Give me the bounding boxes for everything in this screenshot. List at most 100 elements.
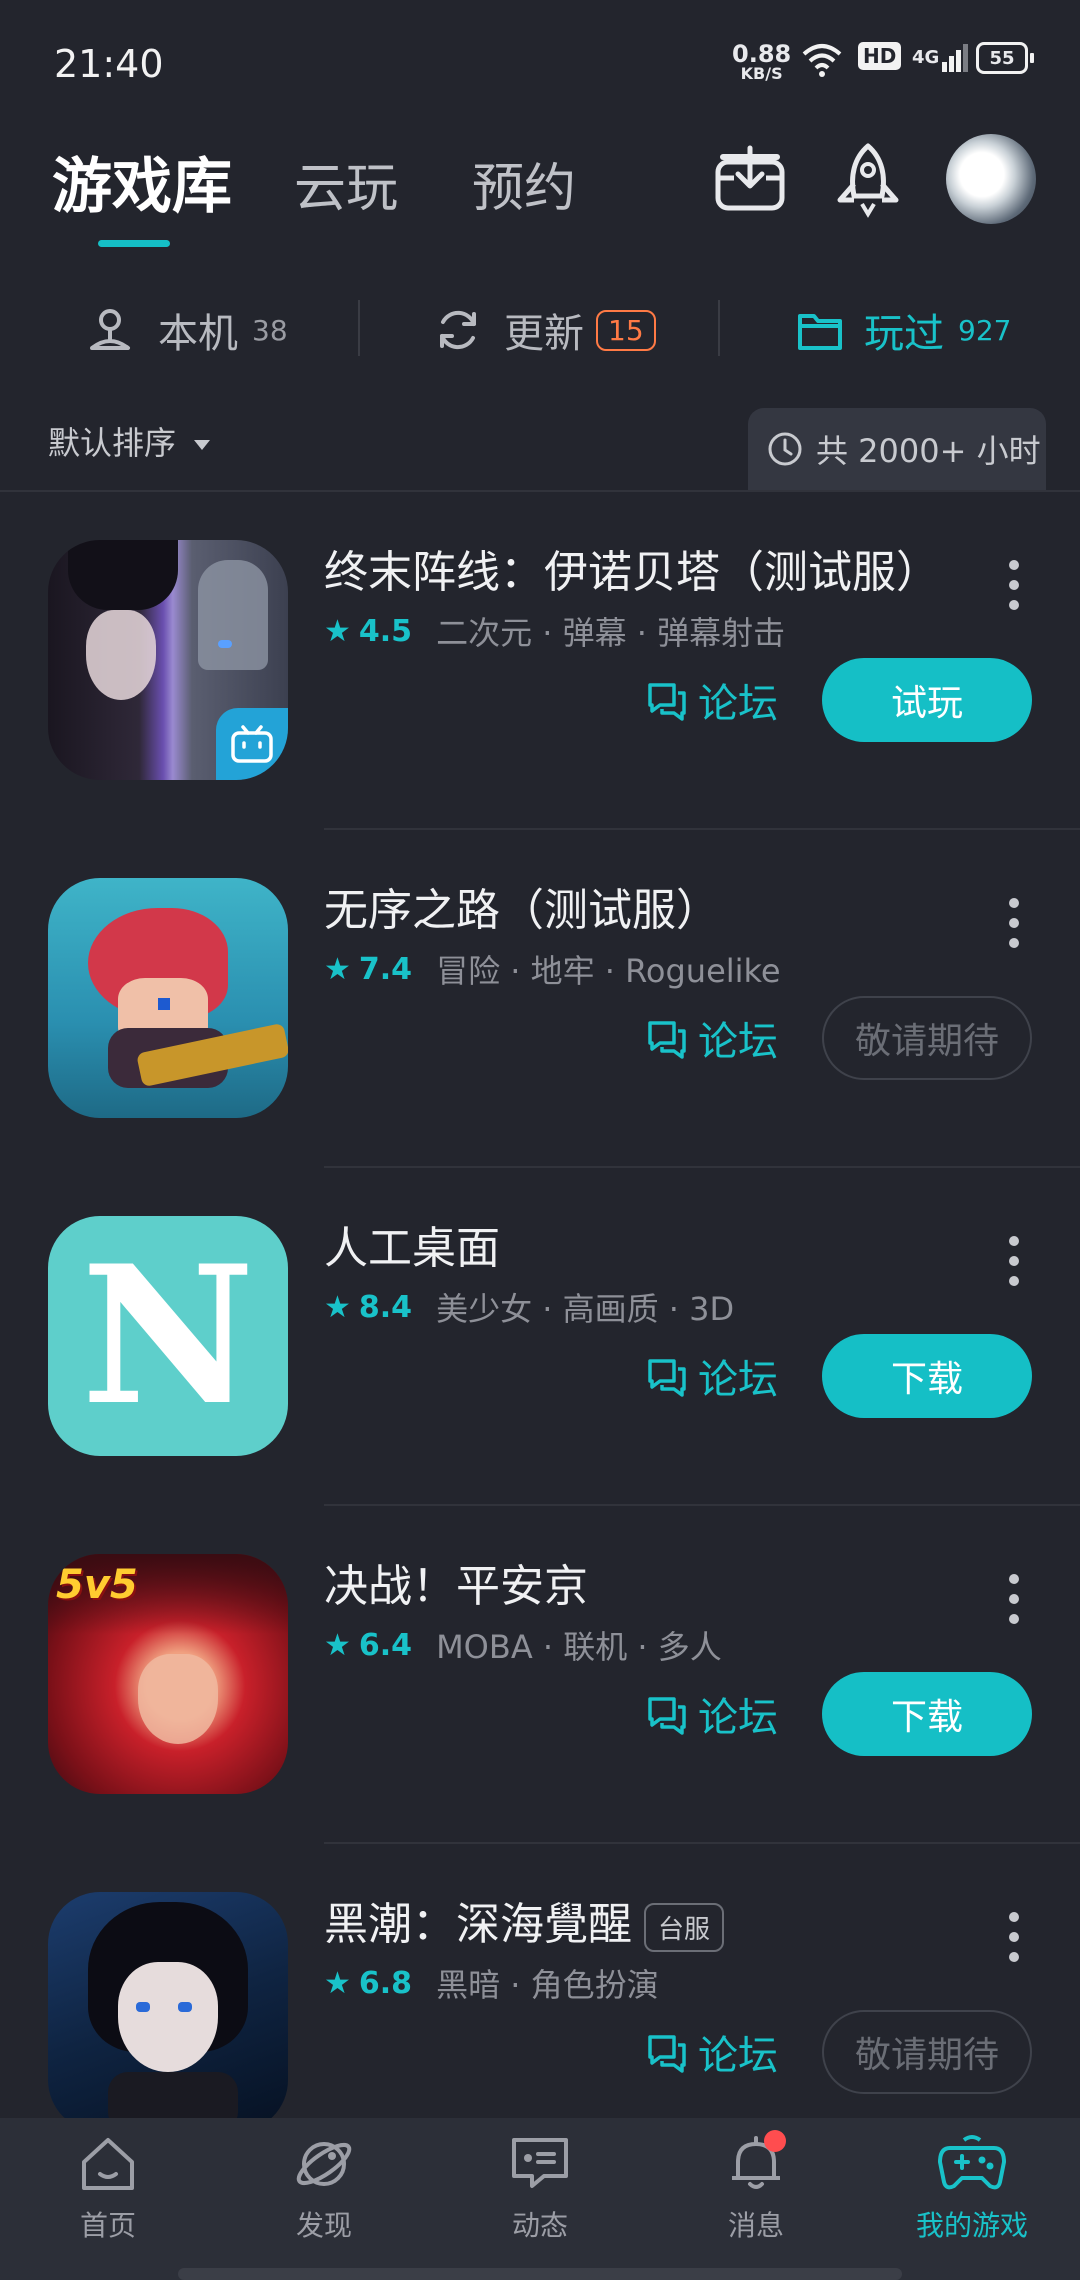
game-title[interactable]: 黑潮：深海覺醒 台服 [324, 1888, 725, 1952]
more-options-icon[interactable] [1006, 898, 1022, 958]
status-bar: 21:40 0.88 KB/S HD 4G 55 [0, 0, 1080, 120]
coming-soon-button[interactable]: 敬请期待 [822, 996, 1032, 1080]
more-options-icon[interactable] [1006, 1912, 1022, 1972]
nav-messages[interactable]: 消息 [676, 2130, 836, 2244]
game-title[interactable]: 人工桌面 [324, 1212, 500, 1276]
forum-label: 论坛 [698, 681, 778, 727]
game-item[interactable]: 终末阵线：伊诺贝塔（测试服） ★ 4.5 二次元 · 弹幕 · 弹幕射击 论坛 … [0, 492, 1080, 830]
tab-game-library[interactable]: 游戏库 [52, 138, 232, 225]
update-count-badge: 15 [596, 309, 656, 351]
game-icon[interactable] [48, 878, 288, 1118]
forum-icon [648, 683, 686, 721]
game-tags: 美少女 · 高画质 · 3D [436, 1290, 735, 1328]
star-icon: ★ [324, 1965, 351, 2001]
net-speed-unit: KB/S [740, 64, 783, 83]
game-title[interactable]: 决战！平安京 [324, 1550, 588, 1614]
download-button[interactable]: 下载 [822, 1672, 1032, 1756]
forum-label: 论坛 [698, 1019, 778, 1065]
game-meta: ★ 6.4 MOBA · 联机 · 多人 [324, 1622, 722, 1668]
trial-button[interactable]: 试玩 [822, 658, 1032, 742]
filter-divider [718, 300, 720, 356]
filter-update[interactable]: 更新 15 [434, 290, 656, 370]
home-indicator[interactable] [178, 2268, 902, 2280]
game-rating: 6.4 [358, 1627, 413, 1663]
forum-icon [648, 1359, 686, 1397]
more-options-icon[interactable] [1006, 1574, 1022, 1634]
game-item[interactable]: 无序之路（测试服） ★ 7.4 冒险 · 地牢 · Roguelike 论坛 敬… [0, 830, 1080, 1168]
net-speed-value: 0.88 [732, 40, 792, 68]
forum-label: 论坛 [698, 1695, 778, 1741]
game-icon[interactable] [48, 540, 288, 780]
star-icon: ★ [324, 1627, 351, 1663]
game-meta: ★ 8.4 美少女 · 高画质 · 3D [324, 1284, 734, 1330]
forum-button[interactable]: 论坛 [646, 658, 778, 742]
nav-discover-label: 发现 [295, 2209, 352, 2242]
forum-icon [648, 1697, 686, 1735]
forum-icon [648, 1021, 686, 1059]
clock-icon [768, 432, 802, 466]
signal-icon: 4G [912, 42, 969, 72]
game-tags: 二次元 · 弹幕 · 弹幕射击 [436, 614, 786, 652]
game-meta: ★ 6.8 黑暗 · 角色扮演 [324, 1960, 659, 2006]
filter-local-count: 38 [252, 313, 288, 347]
game-icon[interactable] [48, 1892, 288, 2132]
filter-local[interactable]: 本机 38 [84, 290, 288, 370]
game-icon[interactable]: 5v5 [48, 1554, 288, 1794]
game-title[interactable]: 无序之路（测试服） [324, 874, 720, 938]
tab-cloud-play[interactable]: 云玩 [294, 146, 398, 221]
chevron-down-icon [194, 440, 211, 450]
filter-played[interactable]: 玩过 927 [796, 290, 1011, 370]
game-item[interactable]: N 人工桌面 ★ 8.4 美少女 · 高画质 · 3D 论坛 下载 [0, 1168, 1080, 1506]
region-tag: 台服 [644, 1902, 725, 1952]
coming-soon-button[interactable]: 敬请期待 [822, 2010, 1032, 2094]
nav-messages-label: 消息 [727, 2209, 784, 2242]
bottom-nav: 首页 发现 动态 消息 我的游戏 [0, 2118, 1080, 2280]
filter-update-label: 更新 [504, 311, 584, 357]
forum-icon [648, 2035, 686, 2073]
bilibili-badge-icon [216, 708, 288, 780]
rocket-boost-icon[interactable] [828, 140, 908, 220]
game-meta: ★ 7.4 冒险 · 地牢 · Roguelike [324, 946, 781, 992]
nav-my-games[interactable]: 我的游戏 [892, 2132, 1052, 2244]
folder-icon [798, 314, 842, 350]
tab-reservations[interactable]: 预约 [472, 146, 576, 221]
game-tags: MOBA · 联机 · 多人 [436, 1628, 722, 1666]
game-icon-letter: N [81, 1224, 255, 1447]
more-options-icon[interactable] [1006, 1236, 1022, 1296]
game-icon[interactable]: N [48, 1216, 288, 1456]
nav-discover[interactable]: 发现 [244, 2132, 404, 2244]
nav-feed-label: 动态 [511, 2209, 568, 2242]
forum-button[interactable]: 论坛 [646, 996, 778, 1080]
forum-button[interactable]: 论坛 [646, 1672, 778, 1756]
forum-label: 论坛 [698, 2033, 778, 2079]
download-button[interactable]: 下载 [822, 1334, 1032, 1418]
nav-home[interactable]: 首页 [28, 2132, 188, 2244]
play-hours-summary: 共 2000+ 小时 [748, 408, 1046, 490]
wifi-icon [800, 42, 844, 78]
avatar[interactable] [946, 134, 1036, 224]
game-item[interactable]: 5v5 决战！平安京 ★ 6.4 MOBA · 联机 · 多人 论坛 下载 [0, 1506, 1080, 1844]
game-tags: 黑暗 · 角色扮演 [436, 1966, 659, 2004]
chat-icon [512, 2138, 568, 2188]
more-options-icon[interactable] [1006, 560, 1022, 620]
game-title[interactable]: 终末阵线：伊诺贝塔（测试服） [324, 536, 940, 600]
nav-my-games-label: 我的游戏 [915, 2209, 1028, 2242]
forum-button[interactable]: 论坛 [646, 1334, 778, 1418]
status-time: 21:40 [54, 42, 164, 86]
tab-active-indicator [98, 240, 170, 247]
nav-feed[interactable]: 动态 [460, 2132, 620, 2244]
filter-played-label: 玩过 [864, 311, 944, 357]
download-manager-icon[interactable] [710, 140, 790, 220]
game-rating: 4.5 [358, 613, 413, 649]
battery-icon: 55 [976, 42, 1034, 74]
play-hours-text: 共 2000+ 小时 [816, 432, 1041, 470]
game-rating: 8.4 [358, 1289, 413, 1325]
notification-dot [764, 2130, 786, 2152]
star-icon: ★ [324, 951, 351, 987]
sort-label: 默认排序 [48, 424, 177, 462]
forum-button[interactable]: 论坛 [646, 2010, 778, 2094]
sort-dropdown[interactable]: 默认排序 [48, 418, 211, 464]
game-rating: 7.4 [358, 951, 413, 987]
net-speed: 0.88 KB/S [732, 42, 791, 82]
home-icon [82, 2138, 134, 2190]
